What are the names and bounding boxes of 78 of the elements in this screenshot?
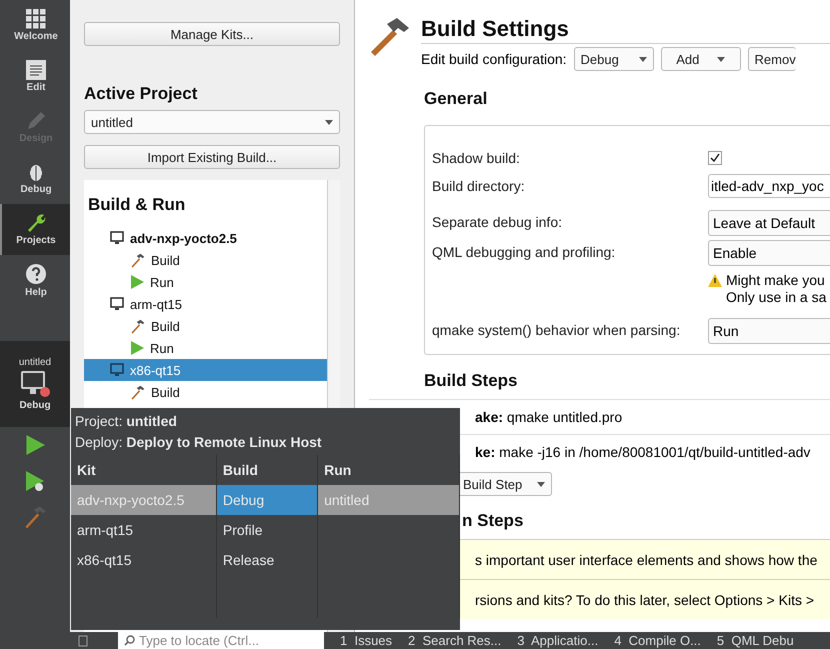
monitor-icon (110, 297, 124, 311)
column-heading: Build (222, 461, 259, 480)
hammer-icon (130, 384, 145, 400)
field-label: Build directory: (432, 177, 526, 196)
add-dropdown-button[interactable]: Add (660, 47, 741, 71)
dropdown-caret-icon (716, 56, 725, 62)
warning-text: Might make you Only use in a sa (726, 272, 826, 306)
hammer-icon (23, 505, 47, 529)
column-heading: Kit (76, 461, 97, 480)
deploy-line: Deploy: Deploy to Remote Linux Host (74, 433, 323, 451)
dropdown-caret-icon (325, 120, 333, 124)
output-pane-tab[interactable]: 1 Issues (340, 633, 392, 648)
hammer-icon (130, 252, 145, 268)
mode-tab[interactable]: Welcome (0, 0, 70, 51)
field-label: qmake system() behavior when parsing: (432, 321, 682, 340)
run-icon (130, 275, 144, 289)
kit-step-item[interactable]: Run (84, 337, 327, 359)
mode-tab[interactable]: Projects (0, 204, 70, 255)
kit-tree-item[interactable]: arm-qt15 (84, 293, 327, 315)
kit-step-item[interactable]: Run (84, 271, 327, 293)
output-pane-tab[interactable]: 4 Compile O... (614, 633, 701, 648)
popup-list-item[interactable]: Release (216, 545, 318, 575)
section-heading: Build & Run (87, 195, 186, 215)
search-icon (124, 635, 135, 646)
output-pane-tab[interactable]: 2 Search Res... (408, 633, 502, 648)
mode-tab[interactable]: Debug (0, 153, 70, 204)
import-build-button[interactable]: Import Existing Build... (84, 145, 340, 169)
document-icon (26, 60, 46, 80)
popup-list-item[interactable]: Profile (216, 515, 318, 545)
remove-button[interactable]: Remov (748, 47, 796, 71)
section-heading: Active Project (84, 84, 198, 104)
manage-kits-button[interactable]: Manage Kits... (84, 22, 340, 46)
run-icon (25, 435, 45, 455)
wrench-icon (26, 213, 46, 233)
hammer-icon (130, 318, 145, 334)
page-title: Build Settings (421, 16, 830, 44)
kit-step-item[interactable]: Build (84, 249, 327, 271)
qml-debugging-dropdown[interactable]: Enable (708, 240, 830, 266)
section-heading: Build Steps (424, 371, 519, 391)
build-directory-field[interactable]: itled-adv_nxp_yoc (708, 174, 830, 198)
help-icon (25, 263, 47, 285)
qmake-system-dropdown[interactable]: Run (708, 318, 830, 344)
grid-icon (26, 9, 46, 29)
mode-tab[interactable]: Help (0, 255, 70, 306)
dropdown-caret-icon (537, 482, 545, 486)
project-dropdown[interactable]: untitled (84, 110, 340, 134)
kit-step-item[interactable]: Build (84, 315, 327, 337)
monitor-icon (110, 363, 124, 377)
warning-icon (708, 274, 722, 287)
output-pane-tab[interactable]: 3 Applicatio... (517, 633, 598, 648)
field-label: Shadow build: (432, 149, 521, 168)
output-pane-tab[interactable]: 5 QML Debu (716, 633, 794, 648)
pencil-icon (26, 111, 46, 131)
kit-tree-item[interactable]: x86-qt15 (84, 359, 327, 381)
project-line: Project: untitled (74, 412, 178, 430)
mode-tab[interactable]: Edit (0, 51, 70, 102)
popup-list-item[interactable]: x86-qt15 (71, 545, 216, 575)
shadow-build-checkbox[interactable] (708, 151, 722, 165)
run-icon (130, 341, 144, 355)
target-selector[interactable]: untitled Debug (0, 341, 70, 427)
monitor-icon (110, 231, 124, 245)
kit-tree-item[interactable]: adv-nxp-yocto2.5 (84, 227, 327, 249)
dropdown-caret-icon (638, 56, 647, 62)
popup-list-item[interactable]: arm-qt15 (71, 515, 216, 545)
debug-info-dropdown[interactable]: Leave at Default (708, 210, 830, 236)
locator-field[interactable]: Type to locate (Ctrl... (118, 632, 324, 649)
column-heading: Run (323, 461, 352, 480)
monitor-icon (20, 370, 50, 398)
section-heading: n Steps (461, 511, 524, 531)
field-label: Edit build configuration: (421, 51, 567, 67)
section-heading: General (424, 89, 488, 109)
field-label: Separate debug info: (432, 213, 563, 232)
config-dropdown[interactable]: Debug (574, 47, 654, 71)
sidebar-toggle-icon[interactable] (78, 634, 88, 646)
kit-step-item[interactable]: Build (84, 381, 327, 403)
hammer-icon (369, 18, 409, 58)
add-build-step-button[interactable]: Build Step (457, 472, 552, 496)
field-label: QML debugging and profiling: (432, 243, 616, 262)
